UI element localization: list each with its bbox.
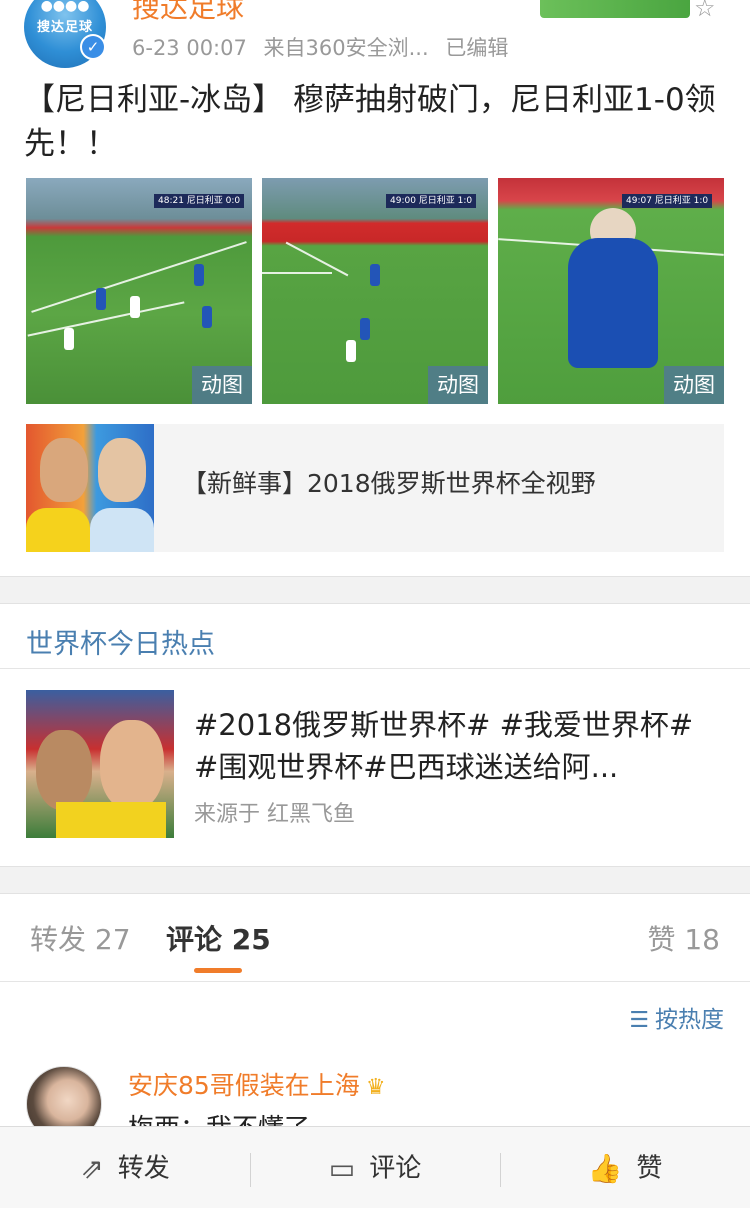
pitch-line xyxy=(27,301,185,337)
player xyxy=(130,296,140,318)
face xyxy=(98,438,146,502)
post-meta: 6-23 00:07 来自360安全浏... 已编辑 xyxy=(132,32,518,62)
like-label: 赞 xyxy=(636,1153,663,1184)
author-name[interactable]: 搜达足球 xyxy=(132,0,244,26)
scoreboard-3: 49:07 尼日利亚 1:0 xyxy=(622,194,713,208)
like-icon: 👍 xyxy=(587,1151,623,1185)
face xyxy=(100,720,164,810)
post-source: 来自360安全浏... xyxy=(263,36,429,60)
gif-tag: 动图 xyxy=(664,366,724,404)
repost-label: 转发 xyxy=(117,1153,170,1184)
tab-like[interactable]: 赞 18 xyxy=(647,918,720,958)
hot-topic-image[interactable] xyxy=(26,690,174,838)
active-tab-indicator xyxy=(194,968,242,973)
post-time: 6-23 00:07 xyxy=(132,36,247,60)
media-thumb-3[interactable]: 49:07 尼日利亚 1:0 动图 xyxy=(498,178,724,404)
media-thumb-2[interactable]: 49:00 尼日利亚 1:0 动图 xyxy=(262,178,488,404)
commenter-name[interactable]: 安庆85哥假装在上海 ♛ xyxy=(128,1066,386,1102)
face xyxy=(40,438,88,502)
player xyxy=(96,288,106,310)
player xyxy=(346,340,356,362)
link-card-title: 【新鲜事】2018俄罗斯世界杯全视野 xyxy=(182,469,596,498)
hot-topic-text[interactable]: #2018俄罗斯世界杯# #我爱世界杯# #围观世界杯#巴西球迷送给阿... xyxy=(194,704,714,788)
post-edited-flag: 已编辑 xyxy=(445,36,509,60)
scoreboard-1: 48:21 尼日利亚 0:0 xyxy=(154,194,245,208)
post-header: ●●●● 搜达足球 ✓ 搜达足球 ☆ 6-23 00:07 来自360安全浏..… xyxy=(0,0,750,70)
shirt xyxy=(90,508,154,552)
link-card-image xyxy=(26,424,154,552)
avatar-logo-text: 搜达足球 xyxy=(36,20,93,35)
tab-comment[interactable]: 评论 25 xyxy=(166,918,271,958)
section-gap xyxy=(0,866,750,894)
pitch-line xyxy=(262,272,332,274)
commenter-name-text: 安庆85哥假装在上海 xyxy=(128,1071,360,1100)
sort-button[interactable]: ☰ 按热度 xyxy=(629,1000,724,1034)
comment-icon: ▭ xyxy=(328,1151,356,1185)
verified-icon: ✓ xyxy=(80,34,106,60)
face xyxy=(36,730,92,810)
gif-tag: 动图 xyxy=(428,366,488,404)
gif-tag: 动图 xyxy=(192,366,252,404)
player xyxy=(64,328,74,350)
hot-section-title[interactable]: 世界杯今日热点 xyxy=(26,622,215,661)
player-body xyxy=(568,238,658,368)
crown-icon: ♛ xyxy=(365,1075,386,1100)
media-grid: 48:21 尼日利亚 0:0 动图 49:00 尼日利亚 1:0 动图 49:0… xyxy=(26,178,724,404)
repost-button[interactable]: ⇗ 转发 xyxy=(0,1127,250,1208)
player xyxy=(202,306,212,328)
comment-button[interactable]: ▭ 评论 xyxy=(250,1127,500,1208)
avatar-logo-mark: ●●●● xyxy=(40,0,90,14)
like-button[interactable]: 👍 赞 xyxy=(500,1127,750,1208)
scoreboard-2: 49:00 尼日利亚 1:0 xyxy=(386,194,477,208)
divider xyxy=(0,668,750,669)
player xyxy=(370,264,380,286)
star-icon[interactable]: ☆ xyxy=(694,0,716,22)
link-card[interactable]: 【新鲜事】2018俄罗斯世界杯全视野 xyxy=(26,424,724,552)
bottom-action-bar: ⇗ 转发 ▭ 评论 👍 赞 xyxy=(0,1126,750,1208)
repost-icon: ⇗ xyxy=(80,1151,104,1185)
header-banner-image xyxy=(540,0,690,18)
shirt xyxy=(56,802,166,838)
shirt xyxy=(26,508,90,552)
player xyxy=(360,318,370,340)
comment-label: 评论 xyxy=(369,1153,422,1184)
interaction-tabs: 转发 27 评论 25 赞 18 xyxy=(0,894,750,982)
sort-icon: ☰ xyxy=(629,1008,649,1033)
section-gap xyxy=(0,576,750,604)
hot-topic-source: 来源于 红黑飞鱼 xyxy=(194,802,355,827)
tab-repost[interactable]: 转发 27 xyxy=(30,918,131,958)
player xyxy=(194,264,204,286)
media-thumb-1[interactable]: 48:21 尼日利亚 0:0 动图 xyxy=(26,178,252,404)
sort-label: 按热度 xyxy=(655,1007,724,1033)
post-text: 【尼日利亚-冰岛】 穆萨抽射破门，尼日利亚1-0领先！！ xyxy=(24,82,716,162)
